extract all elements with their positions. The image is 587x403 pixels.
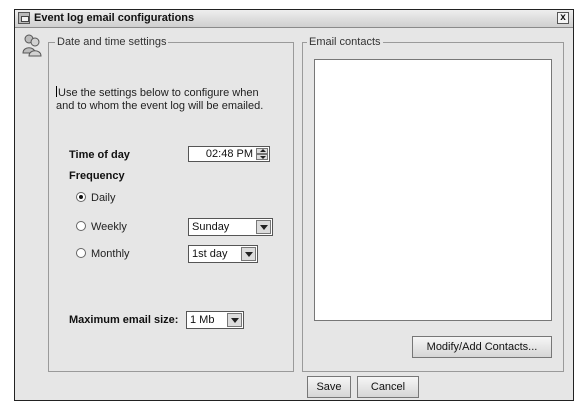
max-email-size-value: 1 Mb (190, 314, 215, 326)
max-email-size-label: Maximum email size: (69, 314, 179, 326)
time-of-day-value[interactable]: 02:48 PM (206, 148, 253, 160)
weekly-day-select[interactable]: Sunday (188, 218, 273, 236)
max-email-size-select[interactable]: 1 Mb (186, 311, 244, 329)
arrow-down-icon[interactable] (256, 154, 268, 160)
time-of-day-spinner[interactable]: 02:48 PM (188, 146, 270, 162)
time-of-day-label: Time of day (69, 149, 130, 161)
intro-text: Use the settings below to configure when… (56, 86, 264, 112)
cancel-button[interactable]: Cancel (357, 376, 419, 398)
radio-weekly-label: Weekly (91, 221, 127, 233)
radio-daily-label: Daily (91, 192, 116, 204)
radio-weekly-button[interactable] (76, 221, 86, 231)
weekly-day-value: Sunday (192, 221, 230, 233)
radio-daily[interactable]: Daily (76, 192, 115, 204)
monthly-day-value: 1st day (192, 248, 228, 260)
email-contacts-list[interactable] (314, 59, 552, 321)
email-contacts-group-legend: Email contacts (307, 36, 383, 48)
chevron-down-icon[interactable] (256, 220, 271, 234)
monthly-day-select[interactable]: 1st day (188, 245, 258, 263)
radio-monthly-label: Monthly (91, 248, 130, 260)
frequency-label: Frequency (69, 170, 125, 182)
modify-add-contacts-button[interactable]: Modify/Add Contacts... (412, 336, 552, 358)
radio-daily-button[interactable] (76, 192, 86, 202)
radio-monthly[interactable]: Monthly (76, 248, 130, 260)
title-bar[interactable]: Event log email configurations x (15, 10, 573, 28)
people-icon (22, 34, 42, 57)
save-button[interactable]: Save (307, 376, 351, 398)
close-button[interactable]: x (557, 12, 569, 24)
radio-monthly-button[interactable] (76, 248, 86, 258)
radio-weekly[interactable]: Weekly (76, 221, 127, 233)
window-title: Event log email configurations (34, 12, 195, 24)
spinner-buttons[interactable] (256, 148, 268, 160)
chevron-down-icon[interactable] (227, 313, 242, 327)
date-time-group-legend: Date and time settings (55, 36, 169, 48)
window-app-icon (18, 12, 30, 24)
chevron-down-icon[interactable] (241, 247, 256, 261)
